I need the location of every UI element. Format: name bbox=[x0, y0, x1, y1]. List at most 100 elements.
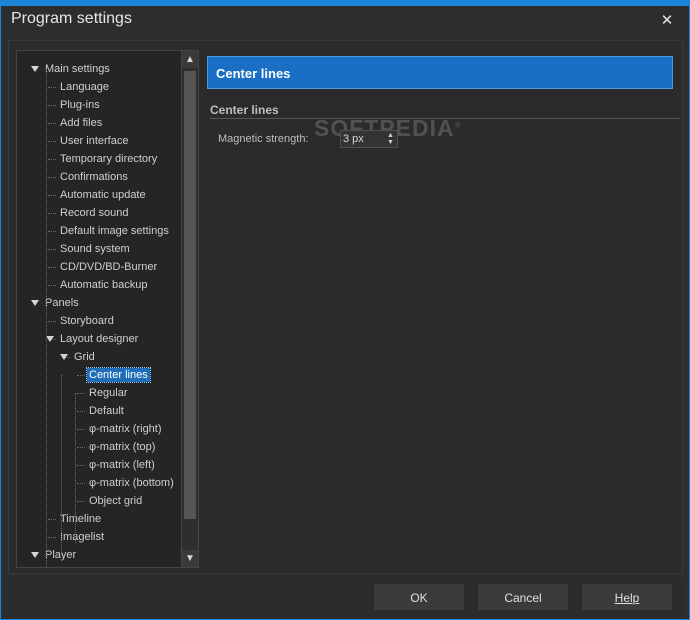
tree-item[interactable]: CD/DVD/BD-Burner bbox=[58, 258, 159, 276]
spin-arrows-icon[interactable]: ▲ ▼ bbox=[386, 132, 395, 146]
tree-connector bbox=[48, 87, 56, 88]
tree-item-label: Automatic update bbox=[60, 189, 146, 201]
window-title: Program settings bbox=[11, 10, 132, 27]
tree-connector bbox=[77, 393, 85, 394]
settings-tree[interactable]: Main settings Language Plug-ins Add files Us… bbox=[16, 50, 199, 568]
tree-item-label: Plug-ins bbox=[60, 99, 100, 111]
scroll-thumb[interactable] bbox=[184, 71, 196, 519]
tree-item[interactable]: User interface bbox=[58, 132, 130, 150]
tree-connector bbox=[77, 465, 85, 466]
tree-connector bbox=[48, 537, 56, 538]
scroll-down-icon[interactable]: ▼ bbox=[182, 550, 198, 567]
tree-connector bbox=[48, 519, 56, 520]
help-button-label: Help bbox=[614, 591, 640, 605]
help-button[interactable]: Help bbox=[582, 584, 672, 610]
tree-item[interactable]: Timeline bbox=[58, 510, 103, 528]
settings-window: Program settings ✕ Main settings Language… bbox=[0, 0, 690, 620]
tree-item-label: φ-matrix (right) bbox=[89, 423, 162, 435]
button-bar: OK Cancel Help bbox=[8, 578, 683, 618]
tree-item-label: Record sound bbox=[60, 207, 129, 219]
tree-item[interactable]: Default bbox=[87, 402, 126, 420]
tree-guide bbox=[61, 375, 62, 555]
tree-item[interactable]: φ-matrix (right) bbox=[87, 420, 164, 438]
tree-connector bbox=[77, 447, 85, 448]
tree-connector bbox=[48, 249, 56, 250]
tree-item-label: Language bbox=[60, 81, 109, 93]
tree-connector bbox=[48, 123, 56, 124]
tree-connector bbox=[48, 177, 56, 178]
tree-item[interactable]: Automatic backup bbox=[58, 276, 149, 294]
tree-item[interactable]: Default image settings bbox=[58, 222, 171, 240]
tree-connector bbox=[48, 267, 56, 268]
tree-item-label: Automatic backup bbox=[60, 279, 148, 291]
tree-item-label: φ-matrix (top) bbox=[89, 441, 156, 453]
tree-item-label: Main settings bbox=[45, 63, 110, 75]
tree-item-label: Confirmations bbox=[60, 171, 128, 183]
tree-connector bbox=[77, 411, 85, 412]
tree-item-label: User interface bbox=[60, 135, 129, 147]
watermark-registered-mark: ® bbox=[454, 120, 462, 130]
magnetic-strength-stepper[interactable]: 3 px ▲ ▼ bbox=[340, 130, 398, 148]
close-icon[interactable]: ✕ bbox=[659, 11, 675, 29]
tree-item[interactable]: Confirmations bbox=[58, 168, 130, 186]
expand-triangle-icon[interactable] bbox=[31, 300, 39, 306]
tree-scrollbar[interactable]: ▲ ▼ bbox=[181, 51, 198, 567]
tree-item[interactable]: Record sound bbox=[58, 204, 131, 222]
tree-item[interactable]: Plug-ins bbox=[58, 96, 102, 114]
cancel-button[interactable]: Cancel bbox=[478, 584, 568, 610]
tree-item[interactable]: Sound system bbox=[58, 240, 132, 258]
tree-item[interactable]: Language bbox=[58, 78, 111, 96]
expand-triangle-icon[interactable] bbox=[31, 66, 39, 72]
tree-guide bbox=[75, 393, 76, 543]
tree-item[interactable]: Automatic update bbox=[58, 186, 148, 204]
dialog-client-area: Main settings Language Plug-ins Add files Us… bbox=[8, 40, 683, 574]
tree-item-label: φ-matrix (left) bbox=[89, 459, 155, 471]
tree-item[interactable]: Object grid bbox=[87, 492, 144, 510]
expand-triangle-icon[interactable] bbox=[31, 552, 39, 558]
title-bar: Program settings ✕ bbox=[1, 6, 689, 38]
tree-item[interactable]: Panels bbox=[43, 294, 81, 312]
tree-item-label: Center lines bbox=[86, 367, 151, 383]
tree-item[interactable]: φ-matrix (bottom) bbox=[87, 474, 176, 492]
magnetic-strength-value[interactable]: 3 px bbox=[343, 133, 364, 145]
magnetic-strength-label: Magnetic strength: bbox=[218, 133, 309, 145]
tree-item[interactable]: φ-matrix (top) bbox=[87, 438, 157, 456]
tree-item[interactable]: Add files bbox=[58, 114, 104, 132]
tree-guide bbox=[46, 69, 47, 319]
ok-button[interactable]: OK bbox=[374, 584, 464, 610]
expand-triangle-icon[interactable] bbox=[60, 354, 68, 360]
tree-item[interactable]: φ-matrix (left) bbox=[87, 456, 157, 474]
tree-item[interactable]: Main settings bbox=[43, 60, 112, 78]
tree-item[interactable]: Imagelist bbox=[58, 528, 106, 546]
tree-item-label: CD/DVD/BD-Burner bbox=[60, 261, 158, 273]
tree-item-label: Default image settings bbox=[60, 225, 169, 237]
tree-connector bbox=[77, 501, 85, 502]
tree-item[interactable]: Regular bbox=[87, 384, 130, 402]
scroll-up-icon[interactable]: ▲ bbox=[182, 51, 198, 68]
tree-item-label: Regular bbox=[89, 387, 128, 399]
tree-connector bbox=[48, 285, 56, 286]
tree-connector bbox=[48, 105, 56, 106]
tree-item-label: Grid bbox=[74, 351, 95, 363]
tree-item[interactable]: Center lines bbox=[86, 366, 151, 384]
section-header-title: Center lines bbox=[216, 66, 291, 81]
tree-connector bbox=[77, 429, 85, 430]
section-header: Center lines bbox=[207, 56, 673, 89]
tree-item-label: Timeline bbox=[60, 513, 102, 525]
tree-connector bbox=[77, 375, 85, 376]
expand-triangle-icon[interactable] bbox=[46, 336, 54, 342]
tree-connector bbox=[48, 195, 56, 196]
tree-item-label: Storyboard bbox=[60, 315, 114, 327]
tree-item[interactable]: Layout designer bbox=[58, 330, 140, 348]
tree-item-label: Sound system bbox=[60, 243, 130, 255]
tree-connector bbox=[48, 159, 56, 160]
tree-list: Main settings Language Plug-ins Add files Us… bbox=[17, 51, 182, 567]
tree-connector bbox=[77, 483, 85, 484]
tree-item[interactable]: Storyboard bbox=[58, 312, 116, 330]
tree-connector bbox=[48, 141, 56, 142]
tree-item-label: Imagelist bbox=[60, 531, 105, 543]
tree-item-label: Panels bbox=[45, 297, 79, 309]
tree-item-label: Layout designer bbox=[60, 333, 139, 345]
tree-item[interactable]: Temporary directory bbox=[58, 150, 159, 168]
tree-item[interactable]: Grid bbox=[72, 348, 97, 366]
